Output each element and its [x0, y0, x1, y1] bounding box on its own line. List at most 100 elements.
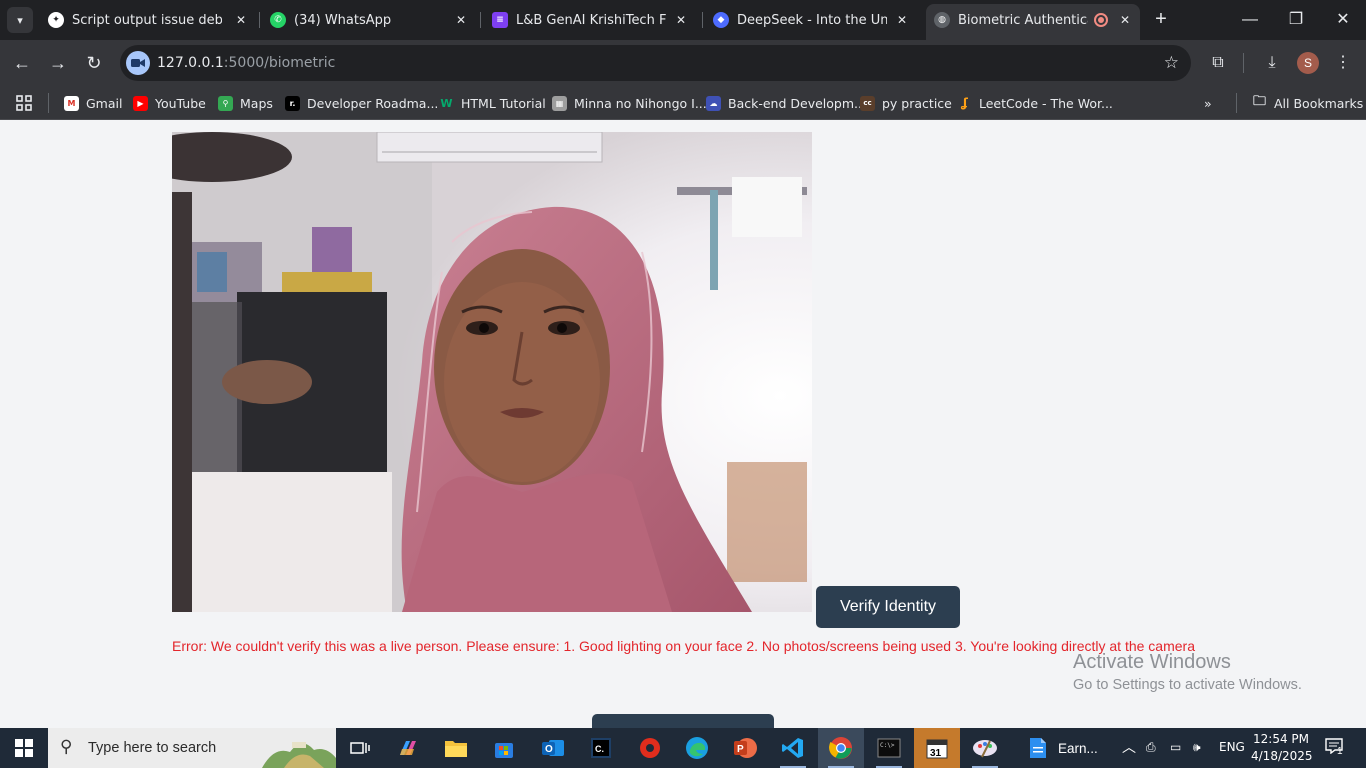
- webcam-feed: [172, 132, 812, 612]
- chrome-icon[interactable]: [818, 728, 864, 768]
- calendar-icon[interactable]: 31: [914, 728, 960, 768]
- maps-icon: ⚲: [218, 95, 233, 111]
- minimize-button[interactable]: —: [1238, 8, 1262, 32]
- svg-text:O: O: [545, 744, 553, 755]
- tab-krishitech[interactable]: ≡ L&B GenAI KrishiTech Free Ir ✕: [492, 6, 688, 34]
- chevron-down-icon: ▾: [17, 14, 23, 27]
- verify-identity-button[interactable]: Verify Identity: [816, 586, 960, 628]
- copilot-icon[interactable]: [385, 728, 431, 768]
- system-clock[interactable]: 12:54 PM 4/18/2025: [1251, 731, 1313, 765]
- tab-divider: [702, 12, 703, 28]
- windows-logo-icon: [15, 739, 33, 757]
- tab-biometric-active[interactable]: ◍ Biometric Authenticatio ✕: [934, 6, 1132, 34]
- reload-button[interactable]: ↻: [82, 51, 106, 75]
- activate-windows-subtitle: Go to Settings to activate Windows.: [1073, 677, 1302, 693]
- svg-text:C.: C.: [595, 744, 604, 754]
- show-hidden-icons-chevron-icon[interactable]: ︿: [1122, 737, 1136, 757]
- battery-icon[interactable]: ▭: [1170, 740, 1181, 754]
- more-bookmarks-chevron-icon[interactable]: »: [1204, 92, 1212, 114]
- tab-whatsapp[interactable]: ✆ (34) WhatsApp ✕: [270, 6, 468, 34]
- close-icon[interactable]: ✕: [895, 13, 909, 27]
- search-icon: ⚲: [60, 737, 73, 756]
- bookmark-py-practice[interactable]: cc py practice: [860, 92, 952, 114]
- powerpoint-icon[interactable]: P: [722, 728, 768, 768]
- tab-strip: ▾ ✦ Script output issue debug ✕ ✆ (34) W…: [0, 0, 1366, 40]
- error-message: Error: We couldn't verify this was a liv…: [172, 638, 1195, 654]
- tab-script-output[interactable]: ✦ Script output issue debug ✕: [48, 6, 248, 34]
- folder-icon: 🗀: [1252, 94, 1266, 109]
- volume-icon[interactable]: 🕪: [1193, 740, 1201, 755]
- meet-icon[interactable]: ⎙: [1146, 740, 1156, 755]
- bookmark-youtube[interactable]: ▶ YouTube: [133, 92, 206, 114]
- tab-deepseek[interactable]: ◆ DeepSeek - Into the Unknow ✕: [713, 6, 909, 34]
- taskbar-search[interactable]: ⚲ Type here to search: [48, 728, 336, 768]
- terminal-icon[interactable]: C:\>: [866, 728, 912, 768]
- close-icon[interactable]: ✕: [1118, 13, 1132, 27]
- apps-grid-icon[interactable]: [16, 92, 32, 114]
- language-indicator[interactable]: ENG: [1219, 740, 1245, 754]
- browser-toolbar: ← → ↻ 127.0.0.1:5000/biometric ☆ ⧉ ⤓ ⋮: [0, 40, 1366, 86]
- whatsapp-icon: ✆: [270, 12, 286, 28]
- cc-icon: cc: [860, 95, 875, 111]
- toolbar-divider: [1243, 53, 1244, 73]
- edge-icon[interactable]: [674, 728, 720, 768]
- chatgpt-icon: ✦: [48, 12, 64, 28]
- close-icon[interactable]: ✕: [234, 13, 248, 27]
- globe-icon: ◍: [934, 12, 950, 28]
- bookmark-maps[interactable]: ⚲ Maps: [218, 92, 273, 114]
- search-highlight-illustration-icon: [262, 742, 336, 768]
- deepseek-icon: ◆: [713, 12, 729, 28]
- bookmarks-divider: [48, 93, 49, 113]
- bookmark-roadmap[interactable]: r. Developer Roadma...: [285, 92, 438, 114]
- start-button[interactable]: [0, 728, 48, 768]
- record-app-icon[interactable]: [627, 728, 673, 768]
- camera-in-use-icon[interactable]: [126, 51, 150, 75]
- bookmark-gmail[interactable]: M Gmail: [64, 92, 122, 114]
- bookmark-minna[interactable]: ▦ Minna no Nihongo I...: [552, 92, 707, 114]
- address-bar[interactable]: 127.0.0.1:5000/biometric ☆: [120, 45, 1191, 81]
- recording-icon: [1094, 13, 1108, 27]
- back-button[interactable]: ←: [10, 51, 34, 75]
- notifications-icon[interactable]: 1: [1325, 738, 1347, 758]
- svg-text:31: 31: [930, 748, 942, 759]
- forward-button[interactable]: →: [46, 51, 70, 75]
- vscode-icon[interactable]: [770, 728, 816, 768]
- tab-divider: [480, 12, 481, 28]
- task-view-icon[interactable]: [337, 728, 383, 768]
- paint-icon[interactable]: [962, 728, 1008, 768]
- document-icon: [1030, 738, 1046, 758]
- webcam-image: [172, 132, 812, 612]
- close-icon[interactable]: ✕: [454, 13, 468, 27]
- bookmark-backend[interactable]: ☁ Back-end Developm...: [706, 92, 866, 114]
- download-icon[interactable]: ⤓: [1260, 51, 1284, 75]
- image-icon: ▦: [552, 95, 567, 111]
- bookmark-leetcode[interactable]: ʆ LeetCode - The Wor...: [957, 92, 1113, 114]
- url-text[interactable]: 127.0.0.1:5000/biometric: [157, 55, 335, 71]
- menu-kebab-icon[interactable]: ⋮: [1331, 51, 1355, 75]
- gmail-icon: M: [64, 95, 79, 111]
- clion-icon[interactable]: C.: [578, 728, 624, 768]
- bookmarks-divider: [1236, 93, 1237, 113]
- new-tab-button[interactable]: +: [1150, 8, 1172, 30]
- close-window-button[interactable]: ✕: [1331, 8, 1355, 32]
- w3schools-icon: W: [440, 96, 453, 110]
- svg-text:P: P: [737, 744, 744, 755]
- close-icon[interactable]: ✕: [674, 13, 688, 27]
- restore-button[interactable]: ❐: [1284, 8, 1308, 32]
- file-explorer-icon[interactable]: [433, 728, 479, 768]
- lnb-icon: ≡: [492, 12, 508, 28]
- bookmark-html-tutorial[interactable]: W HTML Tutorial: [439, 92, 545, 114]
- tab-divider: [259, 12, 260, 28]
- youtube-icon: ▶: [133, 95, 148, 111]
- tab-search-button[interactable]: ▾: [7, 7, 33, 33]
- leetcode-icon: ʆ: [961, 96, 968, 110]
- bookmark-star-icon[interactable]: ☆: [1164, 53, 1179, 73]
- profile-avatar[interactable]: S: [1297, 52, 1319, 74]
- roadmap-icon: r.: [285, 95, 300, 111]
- extensions-icon[interactable]: ⧉: [1206, 51, 1230, 75]
- course-icon: ☁: [706, 95, 721, 111]
- outlook-icon[interactable]: O: [530, 728, 576, 768]
- microsoft-store-icon[interactable]: [481, 728, 527, 768]
- all-bookmarks-button[interactable]: 🗀 All Bookmarks: [1252, 92, 1363, 114]
- earn-app[interactable]: Earn...: [1020, 728, 1110, 768]
